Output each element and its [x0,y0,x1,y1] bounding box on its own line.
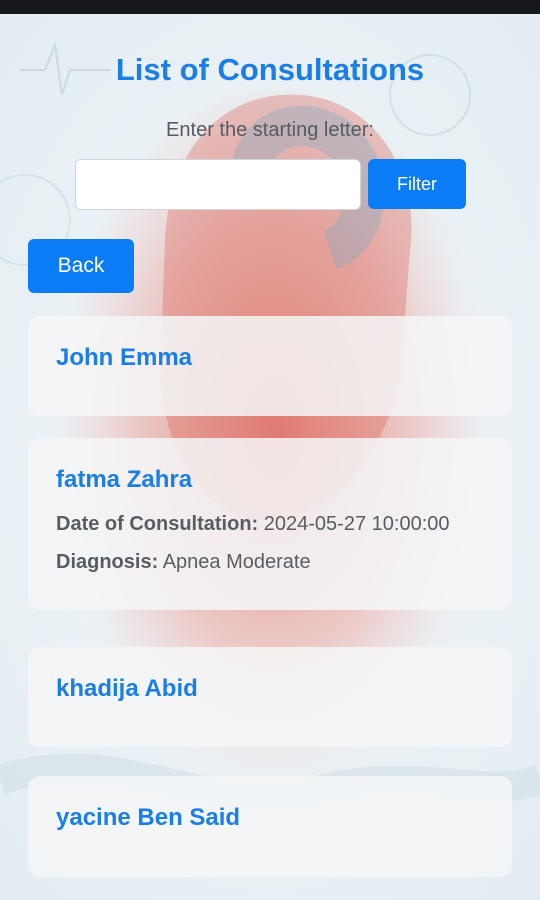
diagnosis-row: Diagnosis: Apnea Moderate [56,552,484,572]
app-screen: List of Consultations Enter the starting… [0,0,540,900]
filter-prompt-label: Enter the starting letter: [166,119,374,141]
consultation-card[interactable]: John Emma [28,316,512,416]
consultation-card[interactable]: khadija Abid [28,647,512,747]
patient-name[interactable]: fatma Zahra [56,466,484,494]
back-button[interactable]: Back [28,239,134,293]
diagnosis-value: Apnea Moderate [162,551,311,573]
consultation-date-label: Date of Consultation: [56,513,259,535]
consultation-card[interactable]: yacine Ben Said [28,776,512,877]
consultation-card-expanded[interactable]: fatma Zahra Date of Consultation: 2024-0… [28,438,512,610]
patient-name[interactable]: John Emma [56,344,484,372]
patient-name[interactable]: khadija Abid [56,675,484,703]
consultation-date-value: 2024-05-27 10:00:00 [263,513,450,535]
diagnosis-label: Diagnosis: [56,551,159,573]
starting-letter-input[interactable] [75,159,361,210]
consultation-date-row: Date of Consultation: 2024-05-27 10:00:0… [56,514,484,534]
filter-button[interactable]: Filter [368,159,466,209]
patient-name[interactable]: yacine Ben Said [56,804,484,832]
page-title: List of Consultations [115,52,425,87]
